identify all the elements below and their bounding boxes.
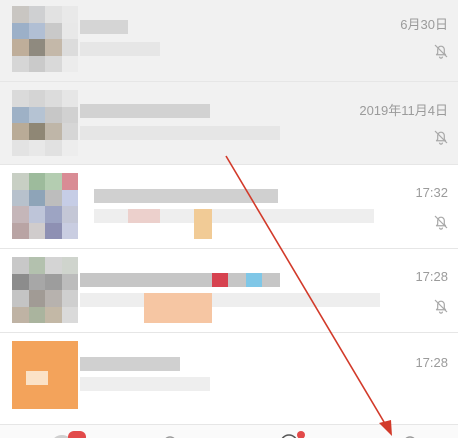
avatar	[12, 173, 78, 239]
chat-time: 6月30日	[400, 17, 448, 32]
chat-preview-accent	[144, 293, 212, 323]
chat-time: 17:28	[415, 355, 448, 370]
chat-time: 2019年11月4日	[359, 103, 448, 118]
chat-name-accent	[212, 273, 228, 287]
chat-row[interactable]: 6月30日	[0, 0, 458, 82]
chat-name	[94, 189, 278, 203]
chat-name	[80, 104, 210, 118]
chat-time: 17:28	[415, 269, 448, 284]
avatar	[12, 6, 78, 72]
avatar-inner	[26, 371, 48, 385]
chat-name	[80, 357, 180, 371]
bottom-tab-bar	[0, 424, 458, 438]
chat-preview	[80, 293, 380, 307]
chat-preview	[80, 42, 160, 56]
bell-off-icon	[434, 215, 448, 230]
chat-row[interactable]: 17:28	[0, 249, 458, 333]
avatar	[12, 257, 78, 323]
chat-row[interactable]: 2019年11月4日	[0, 82, 458, 165]
chat-name	[80, 20, 128, 34]
bell-off-icon	[434, 299, 448, 314]
chat-row[interactable]: 17:32	[0, 165, 458, 249]
avatar	[12, 90, 78, 156]
chat-name-accent	[246, 273, 262, 287]
avatar	[12, 341, 78, 409]
bell-off-icon	[434, 130, 448, 145]
chat-row[interactable]: 17:28	[0, 333, 458, 424]
chat-preview-accent	[128, 209, 160, 223]
chat-preview	[80, 377, 210, 391]
chat-preview	[80, 126, 280, 140]
chat-preview-accent	[194, 209, 212, 239]
bell-off-icon	[434, 44, 448, 59]
chat-time: 17:32	[415, 185, 448, 200]
